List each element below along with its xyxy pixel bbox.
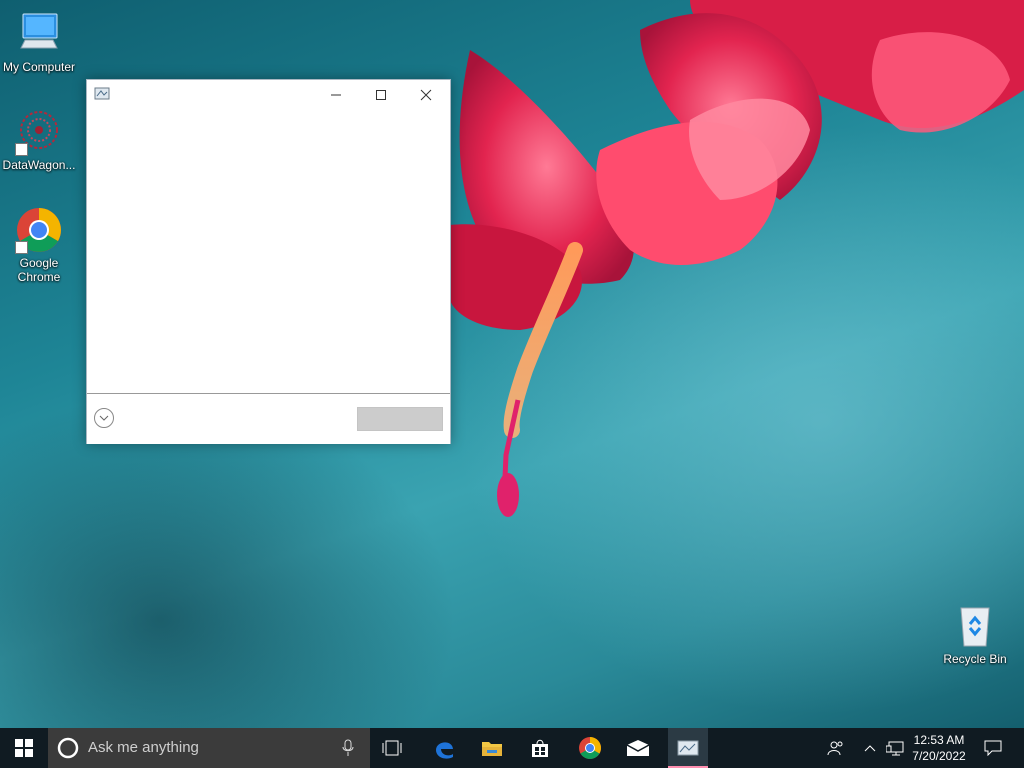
action-center-button[interactable]: [978, 728, 1008, 768]
show-hidden-icons-button[interactable]: [860, 728, 880, 768]
recycle-bin-icon: [960, 607, 990, 647]
taskbar-file-explorer[interactable]: [472, 728, 512, 768]
task-view-button[interactable]: [372, 728, 412, 768]
clock-time: 12:53 AM: [913, 733, 965, 747]
chevron-up-icon: [864, 745, 876, 752]
app-window-icon: [677, 740, 699, 756]
taskbar-active-app[interactable]: [668, 728, 708, 768]
desktop-icon-label: My Computer: [2, 60, 76, 74]
taskbar-edge[interactable]: [424, 728, 464, 768]
minimize-icon: [330, 94, 341, 96]
dialog-footer: [87, 393, 450, 444]
search-box[interactable]: Ask me anything: [48, 728, 370, 768]
desktop-icon-google-chrome[interactable]: Google Chrome: [0, 206, 78, 284]
dialog-action-button[interactable]: [357, 407, 443, 431]
folder-icon: [482, 742, 502, 756]
network-button[interactable]: [882, 728, 908, 768]
maximize-button[interactable]: [358, 80, 403, 110]
search-placeholder: Ask me anything: [88, 739, 199, 756]
desktop-background: My Computer DataWagon... Google Chrome R…: [0, 0, 1024, 728]
cortana-icon: [57, 737, 79, 759]
clock-date: 7/20/2022: [912, 749, 966, 763]
people-button[interactable]: [822, 728, 850, 768]
computer-icon: [20, 13, 58, 49]
dialog-window[interactable]: [86, 79, 451, 444]
taskbar: Ask me anything 12:53 AM 7/20/2022: [0, 728, 1024, 768]
close-icon: [420, 89, 431, 101]
chrome-icon: [579, 737, 601, 759]
windows-logo-icon: [15, 739, 33, 757]
desktop-icon-recycle-bin[interactable]: Recycle Bin: [936, 602, 1014, 666]
desktop-icon-datawagon[interactable]: DataWagon...: [0, 108, 78, 172]
dialog-titlebar[interactable]: [87, 80, 450, 110]
edge-icon: [436, 742, 453, 759]
task-view-icon: [382, 740, 402, 756]
desktop-icon-my-computer[interactable]: My Computer: [0, 10, 78, 74]
desktop-icon-label: DataWagon...: [2, 158, 76, 172]
expand-details-button[interactable]: [94, 408, 114, 428]
app-icon: [94, 87, 110, 106]
chevron-down-icon: [99, 415, 109, 421]
clock[interactable]: 12:53 AM 7/20/2022: [908, 732, 970, 764]
microphone-icon[interactable]: [342, 739, 354, 757]
shortcut-arrow-icon: [15, 143, 28, 156]
taskbar-store[interactable]: [520, 728, 560, 768]
taskbar-mail[interactable]: [618, 728, 658, 768]
desktop-icon-label: Google Chrome: [17, 256, 61, 284]
mail-icon: [626, 740, 650, 756]
maximize-icon: [375, 90, 386, 100]
taskbar-chrome[interactable]: [570, 728, 610, 768]
minimize-button[interactable]: [313, 80, 358, 110]
shortcut-arrow-icon: [15, 241, 28, 254]
desktop-icon-label: Recycle Bin: [943, 652, 1007, 666]
start-button[interactable]: [0, 728, 48, 768]
people-icon: [827, 741, 843, 756]
network-icon: [886, 741, 904, 756]
store-icon: [532, 739, 548, 757]
notification-icon: [984, 740, 1002, 756]
close-button[interactable]: [403, 80, 448, 110]
